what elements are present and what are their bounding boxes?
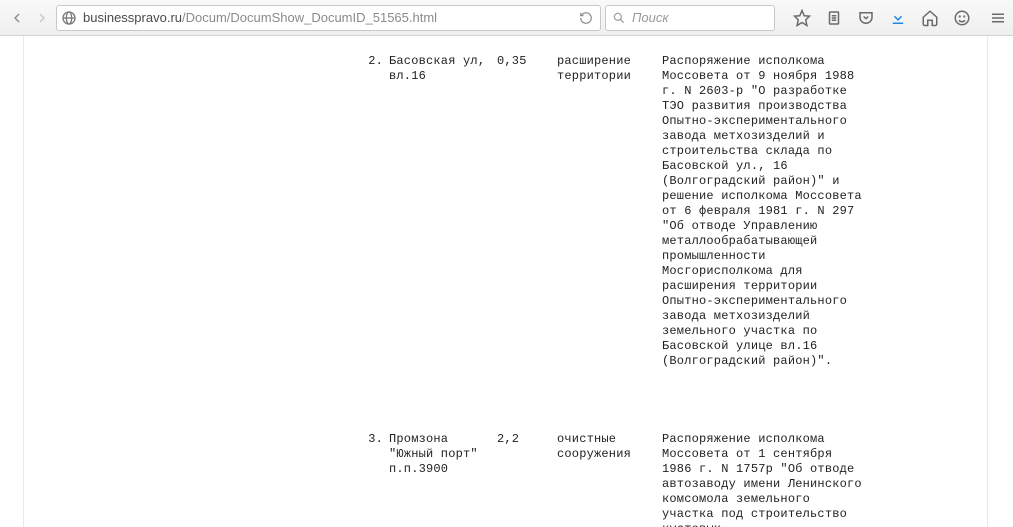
table-row: 2. Басовская ул, вл.16 0,35 расширение т… [24,36,987,369]
search-icon [612,11,626,25]
url-text: businesspravo.ru/Docum/DocumShow_DocumID… [83,10,576,25]
pocket-icon[interactable] [857,9,875,27]
menu-icon[interactable] [989,9,1007,27]
table-row: 3. Промзона "Южный порт" п.п.3900 2,2 оч… [24,369,987,527]
row-number: 3. [359,432,389,527]
row-purpose: очистные сооружения [557,432,662,527]
row-address: Промзона "Южный порт" п.п.3900 [389,432,497,527]
row-area: 2,2 [497,432,557,527]
search-placeholder: Поиск [632,10,669,25]
row-document: Распоряжение исполкома Моссовета от 9 но… [662,54,862,369]
star-icon[interactable] [793,9,811,27]
search-bar[interactable]: Поиск [605,5,775,31]
row-document: Распоряжение исполкома Моссовета от 1 се… [662,432,862,527]
page-content: 2. Басовская ул, вл.16 0,35 расширение т… [0,36,1013,527]
row-number: 2. [359,54,389,369]
home-icon[interactable] [921,9,939,27]
refresh-button[interactable] [576,11,596,25]
address-bar[interactable]: businesspravo.ru/Docum/DocumShow_DocumID… [56,5,601,31]
row-purpose: расширение территории [557,54,662,369]
globe-icon [61,10,77,26]
download-icon[interactable] [889,9,907,27]
row-address: Басовская ул, вл.16 [389,54,497,369]
row-area: 0,35 [497,54,557,369]
document-sheet: 2. Басовская ул, вл.16 0,35 расширение т… [23,36,988,527]
forward-button[interactable] [31,5,52,31]
smiley-icon[interactable] [953,9,971,27]
toolbar-icons [793,9,1007,27]
back-button[interactable] [6,5,27,31]
browser-toolbar: businesspravo.ru/Docum/DocumShow_DocumID… [0,0,1013,36]
clipboard-icon[interactable] [825,9,843,27]
